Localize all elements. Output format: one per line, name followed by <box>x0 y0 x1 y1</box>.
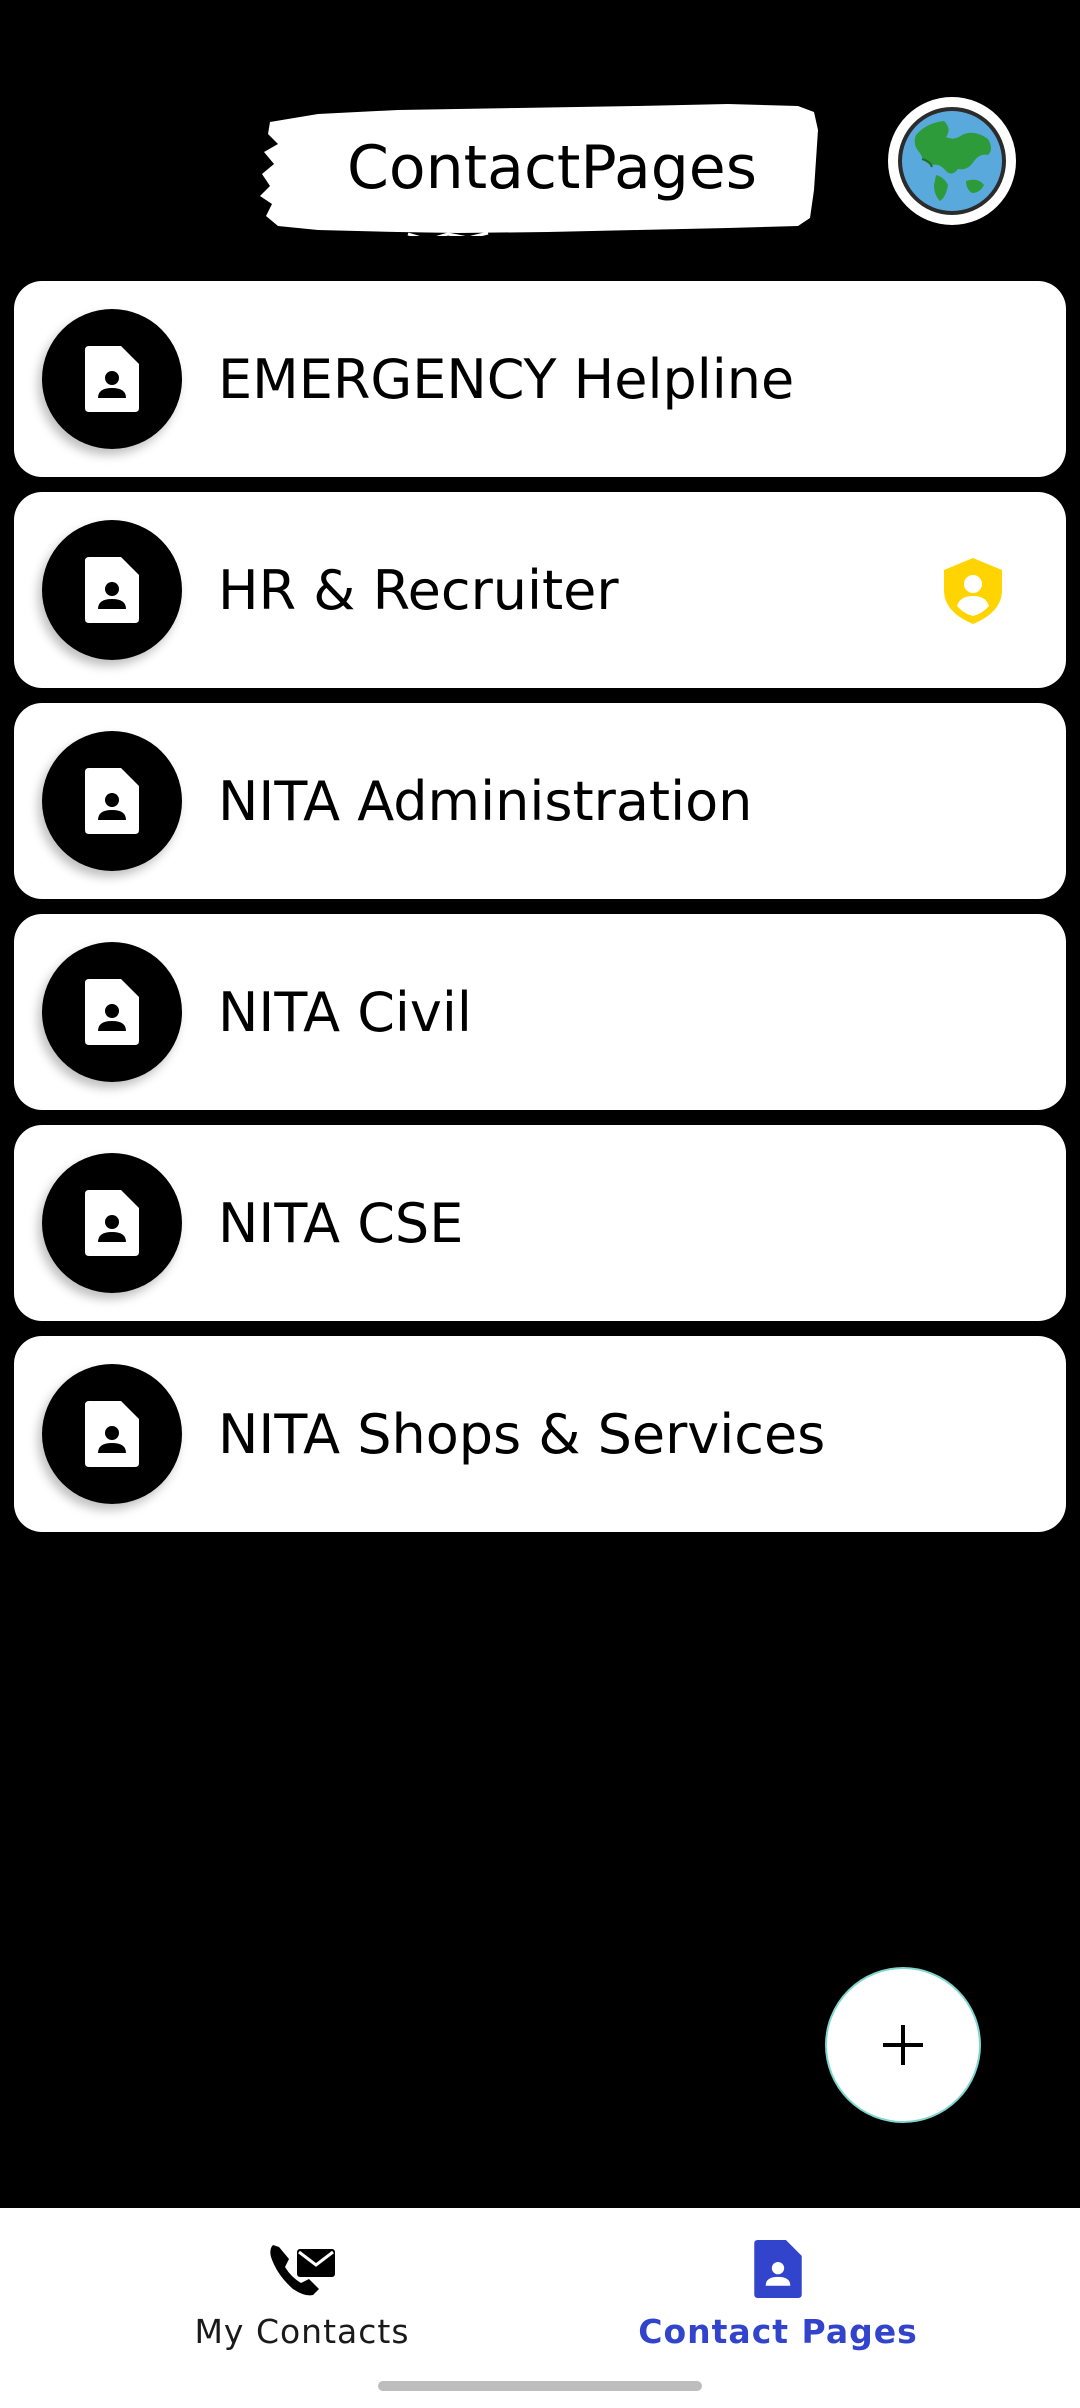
app-screen: ContactPages EMERGENCY Helpline HR & Rec… <box>0 0 1080 2408</box>
contact-pages-list: EMERGENCY Helpline HR & Recruiter NITA A… <box>14 281 1066 1547</box>
page-avatar <box>42 520 182 660</box>
verified-badge <box>940 556 1006 626</box>
contact-page-icon <box>85 557 139 623</box>
page-name: NITA Administration <box>218 769 753 833</box>
nav-contact-pages[interactable]: Contact Pages <box>508 2208 1048 2368</box>
page-name: NITA Civil <box>218 980 472 1044</box>
contact-page-icon <box>85 768 139 834</box>
page-name: NITA CSE <box>218 1191 464 1255</box>
contact-page-icon <box>754 2236 802 2302</box>
page-name: EMERGENCY Helpline <box>218 347 795 411</box>
page-avatar <box>42 731 182 871</box>
list-item[interactable]: NITA Civil <box>14 914 1066 1110</box>
app-title-banner: ContactPages <box>258 100 820 236</box>
app-title: ContactPages <box>347 133 757 203</box>
nav-label-my-contacts: My Contacts <box>194 2312 410 2351</box>
page-avatar <box>42 1364 182 1504</box>
contact-page-icon <box>85 1190 139 1256</box>
globe-button[interactable] <box>888 97 1016 225</box>
list-item[interactable]: NITA Shops & Services <box>14 1336 1066 1532</box>
add-page-button[interactable] <box>825 1967 981 2123</box>
list-item[interactable]: NITA CSE <box>14 1125 1066 1321</box>
contact-page-icon <box>85 979 139 1045</box>
page-name: HR & Recruiter <box>218 558 619 622</box>
page-avatar <box>42 1153 182 1293</box>
contact-page-icon <box>85 346 139 412</box>
nav-my-contacts[interactable]: My Contacts <box>32 2208 572 2368</box>
list-item[interactable]: HR & Recruiter <box>14 492 1066 688</box>
phone-mail-icon <box>267 2236 337 2302</box>
contact-page-icon <box>85 1401 139 1467</box>
nav-label-contact-pages: Contact Pages <box>638 2312 918 2351</box>
page-name: NITA Shops & Services <box>218 1402 826 1466</box>
page-avatar <box>42 942 182 1082</box>
shield-user-icon <box>944 558 1002 624</box>
page-avatar <box>42 309 182 449</box>
bottom-navigation: My Contacts Contact Pages <box>0 2208 1080 2408</box>
plus-icon <box>883 2025 923 2065</box>
list-item[interactable]: EMERGENCY Helpline <box>14 281 1066 477</box>
globe-icon <box>898 107 1006 215</box>
home-indicator[interactable] <box>378 2381 702 2391</box>
list-item[interactable]: NITA Administration <box>14 703 1066 899</box>
